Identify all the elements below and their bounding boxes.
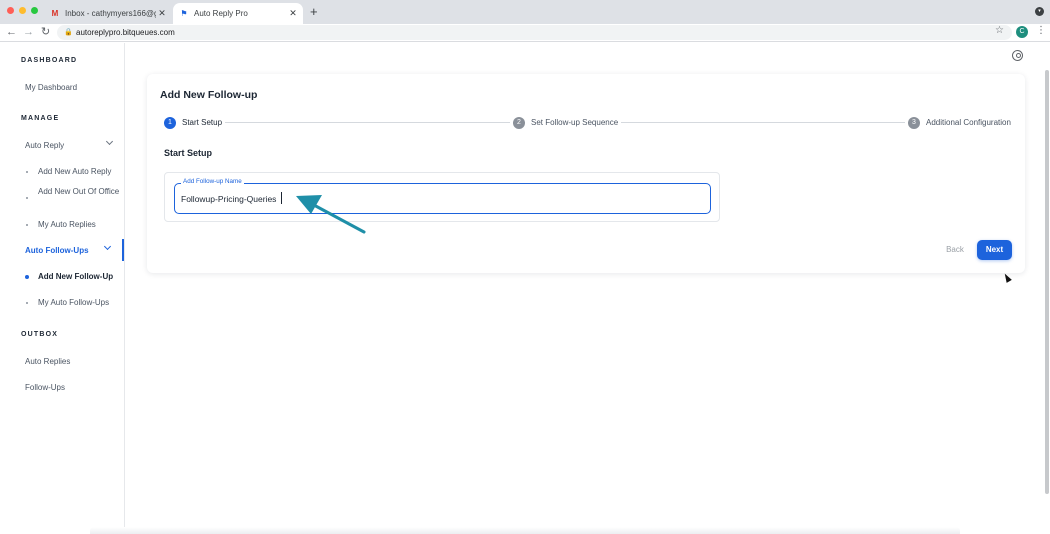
sidebar: DASHBOARD My Dashboard MANAGE Auto Reply… — [0, 43, 125, 534]
back-button[interactable]: Back — [941, 242, 969, 258]
stepper-step-start-setup: 1 Start Setup — [164, 116, 222, 129]
sidebar-item-add-new-follow-up[interactable]: Add New Follow-Up — [25, 271, 121, 283]
next-button[interactable]: Next — [977, 240, 1012, 260]
window-minimize-button[interactable] — [19, 7, 26, 14]
reload-icon[interactable]: ↻ — [41, 25, 50, 39]
bottom-shadow — [90, 527, 960, 534]
browser-tab-inbox[interactable]: M Inbox - cathymyers166@gmail. ✕ — [44, 3, 172, 24]
bullet-icon — [26, 302, 28, 304]
stepper-step-set-follow-up-sequence: 2 Set Follow-up Sequence — [513, 116, 618, 129]
address-bar[interactable]: 🔒 autoreplypro.bitqueues.com — [57, 25, 1012, 40]
window-maximize-button[interactable] — [31, 7, 38, 14]
follow-up-name-input[interactable] — [181, 192, 701, 205]
text-caret — [281, 192, 282, 204]
close-icon[interactable]: ✕ — [156, 8, 168, 19]
bullet-icon — [26, 171, 28, 173]
back-arrow-icon[interactable]: ← — [6, 25, 17, 39]
user-account-icon[interactable] — [1012, 50, 1023, 61]
app-favicon-icon: ⚑ — [180, 9, 188, 18]
forward-arrow-icon[interactable]: → — [23, 25, 34, 39]
sidebar-item-my-auto-follow-ups[interactable]: My Auto Follow-Ups — [25, 297, 121, 309]
stepper-step-additional-configuration: 3 Additional Configuration — [908, 116, 1011, 129]
browser-tab-bar: M Inbox - cathymyers166@gmail. ✕ ⚑ Auto … — [0, 0, 1050, 24]
step-label: Additional Configuration — [926, 118, 1011, 127]
browser-menu-dot-icon[interactable]: ▾ — [1035, 7, 1044, 16]
sidebar-item-my-dashboard[interactable]: My Dashboard — [25, 83, 77, 92]
step-label: Start Setup — [182, 118, 223, 127]
browser-toolbar: ← → ↻ 🔒 autoreplypro.bitqueues.com ☆ C ⋮ — [0, 24, 1050, 42]
follow-up-name-field[interactable]: Add Follow-up Name — [174, 178, 711, 214]
sidebar-item-follow-ups[interactable]: Follow-Ups — [25, 383, 65, 392]
bullet-active-icon — [25, 275, 29, 279]
follow-up-name-panel: Add Follow-up Name — [164, 172, 720, 222]
url-text: autoreplypro.bitqueues.com — [76, 28, 175, 37]
section-title-outbox: OUTBOX — [21, 331, 59, 338]
step-number: 1 — [164, 116, 176, 129]
lock-icon: 🔒 — [64, 28, 73, 36]
sidebar-group-label: Auto Reply — [25, 140, 65, 150]
sidebar-item-add-new-out-of-office[interactable]: Add New Out Of Office — [25, 186, 121, 199]
sidebar-item-my-auto-replies[interactable]: My Auto Replies — [25, 219, 121, 231]
section-heading: Start Setup — [164, 148, 213, 158]
sidebar-item-add-new-auto-reply[interactable]: Add New Auto Reply — [25, 166, 121, 178]
new-tab-button[interactable]: + — [310, 4, 318, 20]
sidebar-item-auto-replies[interactable]: Auto Replies — [25, 357, 70, 366]
section-title-manage: MANAGE — [21, 115, 60, 122]
stepper-connector — [621, 122, 905, 123]
page-scrollbar[interactable] — [1045, 70, 1049, 494]
add-follow-up-card: Add New Follow-up 1 Start Setup 2 Set Fo… — [147, 74, 1025, 273]
window-close-button[interactable] — [7, 7, 14, 14]
profile-avatar[interactable]: C — [1016, 26, 1028, 38]
step-label: Set Follow-up Sequence — [531, 118, 619, 127]
close-icon[interactable]: ✕ — [287, 8, 299, 19]
mouse-cursor-icon — [1002, 272, 1012, 283]
bullet-icon — [26, 197, 28, 199]
step-number: 3 — [908, 116, 920, 129]
tab-title: Inbox - cathymyers166@gmail. — [65, 9, 156, 18]
sidebar-group-label: Auto Follow-Ups — [25, 245, 89, 255]
stepper-connector — [225, 122, 510, 123]
bullet-icon — [26, 224, 28, 226]
bookmark-star-icon[interactable]: ☆ — [995, 25, 1004, 36]
more-menu-icon[interactable]: ⋮ — [1036, 25, 1046, 36]
sidebar-group-auto-reply[interactable]: Auto Reply — [0, 134, 124, 156]
tab-title: Auto Reply Pro — [194, 9, 248, 18]
page-title: Add New Follow-up — [160, 89, 258, 101]
step-number: 2 — [513, 116, 525, 129]
browser-tab-auto-reply-pro[interactable]: ⚑ Auto Reply Pro ✕ — [173, 3, 303, 24]
chevron-down-icon — [103, 242, 112, 251]
field-label: Add Follow-up Name — [181, 178, 244, 185]
sidebar-group-auto-follow-ups[interactable]: Auto Follow-Ups — [0, 239, 124, 261]
gmail-icon: M — [51, 9, 59, 18]
section-title-dashboard: DASHBOARD — [21, 57, 78, 64]
chevron-down-icon — [105, 137, 114, 146]
